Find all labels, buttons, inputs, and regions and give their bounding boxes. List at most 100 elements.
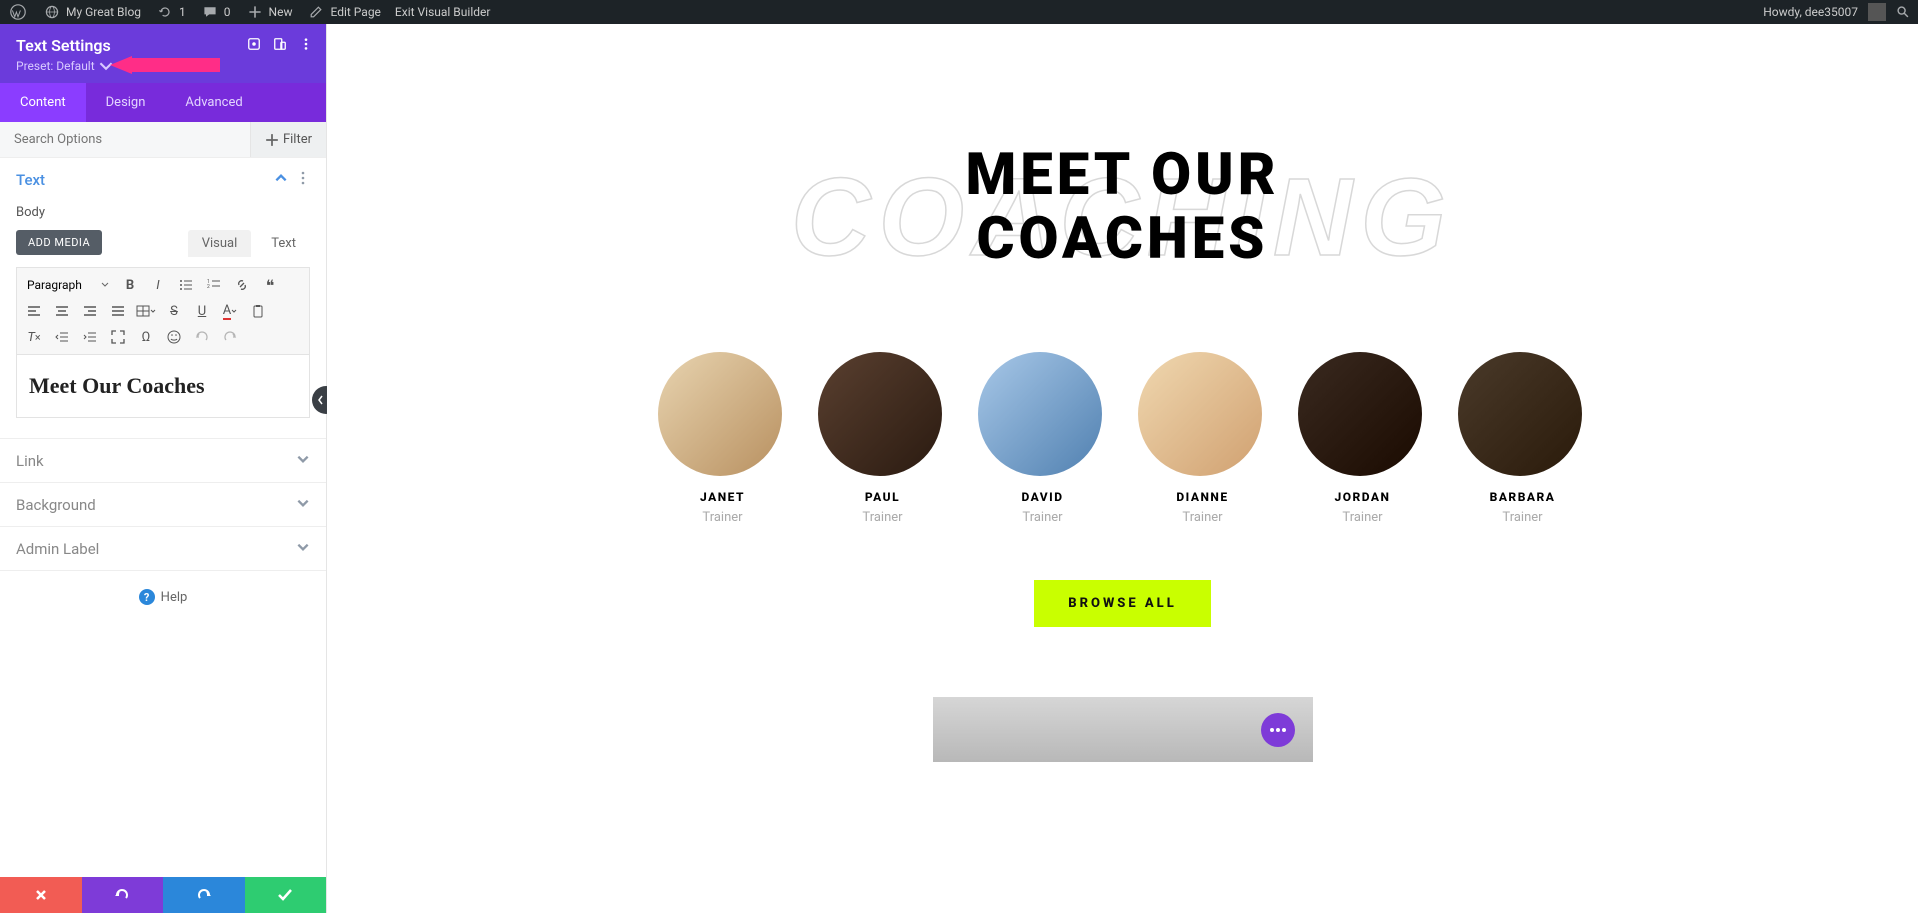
wp-admin-bar: My Great Blog 1 0 New Edit Page Exit Vis…	[0, 0, 1918, 24]
indent-icon[interactable]	[79, 326, 101, 348]
revisions[interactable]: 1	[155, 2, 186, 22]
coach-card[interactable]: PAUL Trainer	[818, 352, 948, 525]
module-menu-button[interactable]	[1261, 713, 1295, 747]
coach-role: Trainer	[1298, 510, 1428, 525]
help-link[interactable]: ? Help	[0, 571, 326, 623]
chevron-down-icon	[296, 495, 310, 514]
add-media-button[interactable]: ADD MEDIA	[16, 230, 102, 255]
coach-role: Trainer	[1458, 510, 1588, 525]
coaches-grid: JANET Trainer PAUL Trainer DAVID Trainer…	[367, 352, 1878, 525]
coach-name: PAUL	[818, 490, 948, 504]
search-options-input[interactable]	[0, 122, 250, 157]
tab-design[interactable]: Design	[86, 83, 166, 122]
body-label: Body	[16, 205, 310, 220]
bullet-list-icon[interactable]	[175, 274, 197, 296]
plus-icon	[265, 133, 279, 147]
edit-page[interactable]: Edit Page	[306, 2, 380, 22]
table-icon[interactable]	[135, 300, 157, 322]
discard-button[interactable]	[0, 877, 82, 913]
text-color-icon[interactable]: A	[219, 300, 241, 322]
user-greeting[interactable]: Howdy, dee35007	[1763, 3, 1886, 21]
align-justify-icon[interactable]	[107, 300, 129, 322]
align-left-icon[interactable]	[23, 300, 45, 322]
responsive-icon[interactable]	[272, 36, 288, 52]
outdent-icon[interactable]	[51, 326, 73, 348]
browse-all-button[interactable]: BROWSE ALL	[1034, 580, 1211, 627]
coach-avatar	[818, 352, 942, 476]
bold-icon[interactable]: B	[119, 274, 141, 296]
redo-icon[interactable]	[219, 326, 241, 348]
more-icon[interactable]	[298, 36, 314, 52]
editor-content[interactable]: Meet Our Coaches	[16, 354, 310, 418]
clear-format-icon[interactable]: T×	[23, 326, 45, 348]
coach-name: JORDAN	[1298, 490, 1428, 504]
coach-card[interactable]: DIANNE Trainer	[1138, 352, 1268, 525]
chevron-down-icon	[296, 539, 310, 558]
coach-role: Trainer	[818, 510, 948, 525]
coach-role: Trainer	[658, 510, 788, 525]
coach-role: Trainer	[978, 510, 1108, 525]
underline-icon[interactable]: U	[191, 300, 213, 322]
coach-role: Trainer	[1138, 510, 1268, 525]
coach-name: JANET	[658, 490, 788, 504]
comments[interactable]: 0	[200, 2, 231, 22]
section-admin-label-toggle[interactable]: Admin Label	[0, 527, 326, 570]
rich-text-toolbar: Paragraph B I 12 ❝ S	[16, 267, 310, 354]
coach-avatar	[1458, 352, 1582, 476]
site-name[interactable]: My Great Blog	[42, 2, 141, 22]
format-select[interactable]: Paragraph	[23, 276, 113, 294]
hero-title: MEET OUR COACHES	[367, 144, 1878, 272]
svg-text:2: 2	[207, 284, 210, 290]
settings-tabs: Content Design Advanced	[0, 83, 326, 122]
undo-icon[interactable]	[191, 326, 213, 348]
text-settings-panel: Text Settings Preset: Default Content De…	[0, 24, 327, 913]
exit-visual-builder[interactable]: Exit Visual Builder	[395, 5, 491, 19]
italic-icon[interactable]: I	[147, 274, 169, 296]
coach-avatar	[1138, 352, 1262, 476]
coach-avatar	[978, 352, 1102, 476]
section-background-toggle[interactable]: Background	[0, 483, 326, 526]
emoji-icon[interactable]	[163, 326, 185, 348]
editor-tab-text[interactable]: Text	[257, 230, 310, 257]
quote-icon[interactable]: ❝	[259, 274, 281, 296]
coach-card[interactable]: JORDAN Trainer	[1298, 352, 1428, 525]
section-title-text: Text	[16, 171, 45, 189]
align-right-icon[interactable]	[79, 300, 101, 322]
section-text-toggle[interactable]: Text	[0, 158, 326, 201]
number-list-icon[interactable]: 12	[203, 274, 225, 296]
coach-name: DAVID	[978, 490, 1108, 504]
wp-logo[interactable]	[8, 2, 28, 22]
align-center-icon[interactable]	[51, 300, 73, 322]
coach-avatar	[1298, 352, 1422, 476]
special-char-icon[interactable]: Ω	[135, 326, 157, 348]
panel-header: Text Settings Preset: Default	[0, 24, 326, 83]
redo-button[interactable]	[163, 877, 245, 913]
coach-card[interactable]: JANET Trainer	[658, 352, 788, 525]
tab-content[interactable]: Content	[0, 83, 86, 122]
section-more-icon[interactable]	[296, 170, 310, 189]
chevron-down-icon	[99, 59, 113, 73]
section-link-toggle[interactable]: Link	[0, 439, 326, 482]
help-icon: ?	[139, 589, 155, 605]
page-preview[interactable]: COACHING MEET OUR COACHES JANET Trainer …	[327, 24, 1918, 913]
new-content[interactable]: New	[245, 2, 293, 22]
link-icon[interactable]	[231, 274, 253, 296]
coach-card[interactable]: BARBARA Trainer	[1458, 352, 1588, 525]
paste-icon[interactable]	[247, 300, 269, 322]
coach-card[interactable]: DAVID Trainer	[978, 352, 1108, 525]
chevron-up-icon	[274, 170, 288, 189]
fullscreen-icon[interactable]	[107, 326, 129, 348]
coach-avatar	[658, 352, 782, 476]
editor-tab-visual[interactable]: Visual	[188, 230, 252, 257]
chevron-down-icon	[296, 451, 310, 470]
coach-name: DIANNE	[1138, 490, 1268, 504]
search-icon[interactable]	[1896, 5, 1910, 19]
preset-dropdown[interactable]: Preset: Default	[16, 59, 310, 73]
hover-icon[interactable]	[246, 36, 262, 52]
save-button[interactable]	[245, 877, 327, 913]
filter-button[interactable]: Filter	[250, 122, 326, 157]
module-placeholder[interactable]	[933, 697, 1313, 762]
undo-button[interactable]	[82, 877, 164, 913]
strikethrough-icon[interactable]: S	[163, 300, 185, 322]
tab-advanced[interactable]: Advanced	[165, 83, 262, 122]
